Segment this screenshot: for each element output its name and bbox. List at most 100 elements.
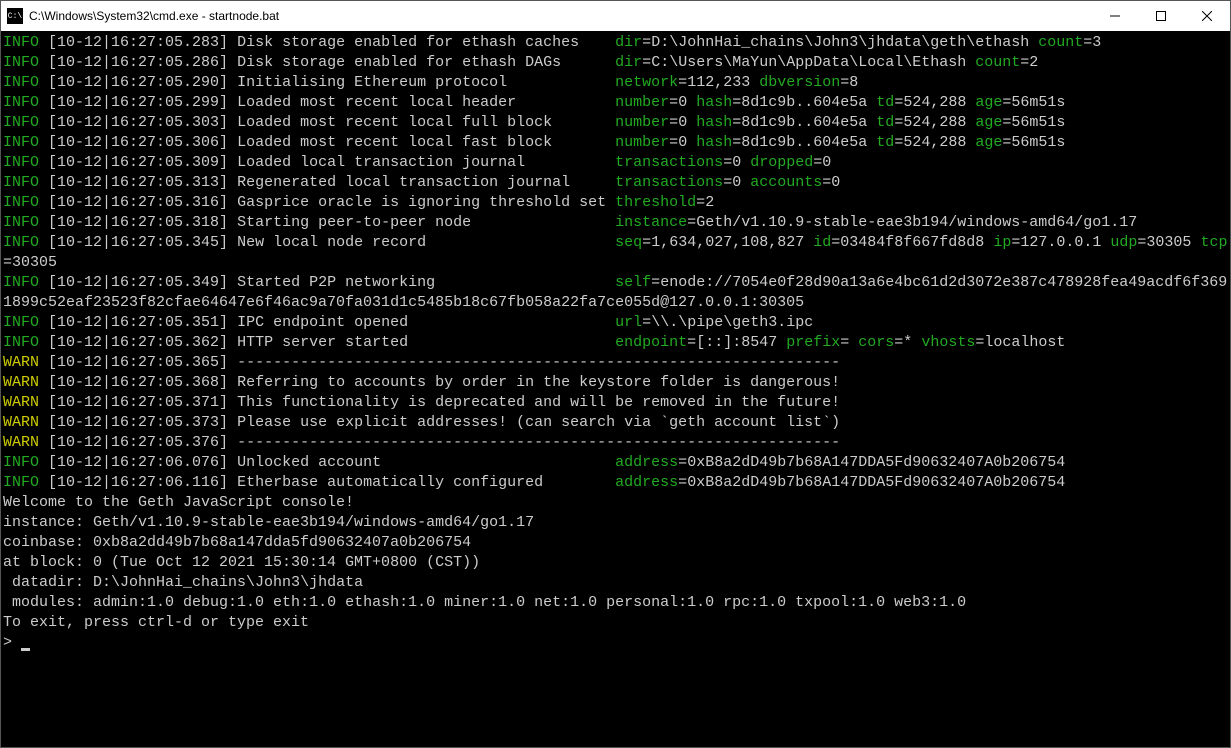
- log-message: Regenerated local transaction journal: [237, 174, 606, 191]
- minimize-button[interactable]: [1092, 1, 1138, 31]
- log-key: vhosts: [921, 334, 975, 351]
- log-message: Loaded most recent local full block: [237, 114, 606, 131]
- log-value: 2: [705, 194, 714, 211]
- log-value: 0xB8a2dD49b7b68A147DDA5Fd90632407A0b2067…: [687, 454, 1065, 471]
- maximize-button[interactable]: [1138, 1, 1184, 31]
- log-key: url: [615, 314, 642, 331]
- log-level: INFO: [3, 234, 39, 251]
- log-key: dir: [615, 54, 642, 71]
- log-line: INFO [10-12|16:27:05.303] Loaded most re…: [3, 113, 1228, 133]
- log-message: Loaded most recent local fast block: [237, 134, 606, 151]
- close-button[interactable]: [1184, 1, 1230, 31]
- log-key: transactions: [615, 174, 723, 191]
- titlebar[interactable]: C:\ C:\Windows\System32\cmd.exe - startn…: [1, 1, 1230, 31]
- log-line: INFO [10-12|16:27:05.313] Regenerated lo…: [3, 173, 1228, 193]
- log-key: accounts: [750, 174, 822, 191]
- log-timestamp: [10-12|16:27:05.316]: [48, 194, 228, 211]
- log-value: 0: [678, 114, 687, 131]
- log-key: hash: [696, 114, 732, 131]
- log-value: 8d1c9b..604e5a: [741, 134, 867, 151]
- log-key: hash: [696, 134, 732, 151]
- log-message: Starting peer-to-peer node: [237, 214, 606, 231]
- log-key: dir: [615, 34, 642, 51]
- log-key: cors: [858, 334, 894, 351]
- log-key: id: [813, 234, 831, 251]
- log-key: transactions: [615, 154, 723, 171]
- log-line: WARN [10-12|16:27:05.376] --------------…: [3, 433, 1228, 453]
- log-value: 8d1c9b..604e5a: [741, 94, 867, 111]
- console-welcome: Welcome to the Geth JavaScript console!: [3, 493, 1228, 513]
- log-value: Geth/v1.10.9-stable-eae3b194/windows-amd…: [696, 214, 1137, 231]
- log-key: address: [615, 474, 678, 491]
- log-timestamp: [10-12|16:27:05.313]: [48, 174, 228, 191]
- log-value: 0: [678, 94, 687, 111]
- log-message: Loaded local transaction journal: [237, 154, 606, 171]
- log-timestamp: [10-12|16:27:05.303]: [48, 114, 228, 131]
- console-instance: instance: Geth/v1.10.9-stable-eae3b194/w…: [3, 513, 1228, 533]
- log-key: number: [615, 94, 669, 111]
- log-value: C:\Users\MaYun\AppData\Local\Ethash: [651, 54, 966, 71]
- log-line: INFO [10-12|16:27:05.306] Loaded most re…: [3, 133, 1228, 153]
- log-value: 2: [1029, 54, 1038, 71]
- log-key: tcp: [1200, 234, 1227, 251]
- log-line: INFO [10-12|16:27:05.290] Initialising E…: [3, 73, 1228, 93]
- log-timestamp: [10-12|16:27:05.309]: [48, 154, 228, 171]
- log-value: 0: [831, 174, 840, 191]
- log-line: INFO [10-12|16:27:05.351] IPC endpoint o…: [3, 313, 1228, 333]
- log-message: IPC endpoint opened: [237, 314, 606, 331]
- log-key: age: [975, 114, 1002, 131]
- log-level: INFO: [3, 474, 39, 491]
- log-key: age: [975, 94, 1002, 111]
- log-level: WARN: [3, 434, 39, 451]
- terminal-output[interactable]: INFO [10-12|16:27:05.283] Disk storage e…: [1, 31, 1230, 747]
- log-value: \\.\pipe\geth3.ipc: [651, 314, 813, 331]
- log-message: Etherbase automatically configured: [237, 474, 606, 491]
- log-key: dropped: [750, 154, 813, 171]
- log-line: INFO [10-12|16:27:05.316] Gasprice oracl…: [3, 193, 1228, 213]
- console-atblock: at block: 0 (Tue Oct 12 2021 15:30:14 GM…: [3, 553, 1228, 573]
- log-key: ip: [993, 234, 1011, 251]
- log-message: Gasprice oracle is ignoring threshold se…: [237, 194, 606, 211]
- log-key: udp: [1110, 234, 1137, 251]
- log-key: prefix: [786, 334, 840, 351]
- log-value: 56m51s: [1011, 94, 1065, 111]
- log-line: INFO [10-12|16:27:05.309] Loaded local t…: [3, 153, 1228, 173]
- log-timestamp: [10-12|16:27:05.351]: [48, 314, 228, 331]
- log-key: hash: [696, 94, 732, 111]
- log-timestamp: [10-12|16:27:05.371]: [48, 394, 228, 411]
- log-message: Please use explicit addresses! (can sear…: [237, 414, 840, 431]
- console-datadir: datadir: D:\JohnHai_chains\John3\jhdata: [3, 573, 1228, 593]
- log-message: This functionality is deprecated and wil…: [237, 394, 840, 411]
- log-key: count: [1038, 34, 1083, 51]
- log-key: age: [975, 134, 1002, 151]
- log-timestamp: [10-12|16:27:05.290]: [48, 74, 228, 91]
- log-level: WARN: [3, 414, 39, 431]
- log-timestamp: [10-12|16:27:05.376]: [48, 434, 228, 451]
- log-value: 30305: [12, 254, 57, 271]
- log-timestamp: [10-12|16:27:05.373]: [48, 414, 228, 431]
- log-level: INFO: [3, 154, 39, 171]
- log-timestamp: [10-12|16:27:05.318]: [48, 214, 228, 231]
- log-value: 127.0.0.1: [1020, 234, 1101, 251]
- log-key: self: [615, 274, 651, 291]
- log-value: 524,288: [903, 94, 966, 111]
- log-level: INFO: [3, 214, 39, 231]
- log-timestamp: [10-12|16:27:05.345]: [48, 234, 228, 251]
- cmd-icon: C:\: [7, 8, 23, 24]
- log-key: td: [876, 114, 894, 131]
- log-line: WARN [10-12|16:27:05.371] This functiona…: [3, 393, 1228, 413]
- window-controls: [1092, 1, 1230, 31]
- log-line: INFO [10-12|16:27:05.283] Disk storage e…: [3, 33, 1228, 53]
- log-value: 0: [732, 154, 741, 171]
- log-value: *: [903, 334, 912, 351]
- console-coinbase: coinbase: 0xb8a2dd49b7b68a147dda5fd90632…: [3, 533, 1228, 553]
- log-level: INFO: [3, 34, 39, 51]
- log-line: WARN [10-12|16:27:05.368] Referring to a…: [3, 373, 1228, 393]
- log-value: 0xB8a2dD49b7b68A147DDA5Fd90632407A0b2067…: [687, 474, 1065, 491]
- log-message: Started P2P networking: [237, 274, 606, 291]
- log-line: WARN [10-12|16:27:05.373] Please use exp…: [3, 413, 1228, 433]
- log-line: WARN [10-12|16:27:05.365] --------------…: [3, 353, 1228, 373]
- console-prompt-line[interactable]: >: [3, 633, 1228, 653]
- log-level: INFO: [3, 194, 39, 211]
- log-message: ----------------------------------------…: [237, 354, 840, 371]
